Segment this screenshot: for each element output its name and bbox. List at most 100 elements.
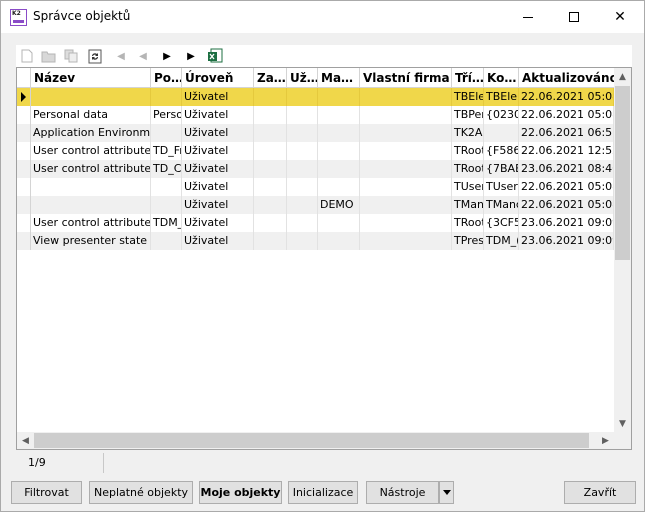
last-record-icon[interactable]: ▶	[182, 47, 200, 65]
cell-name	[31, 178, 151, 196]
table-row[interactable]: UživatelTUser(TUser(22.06.2021 05:08	[17, 178, 614, 196]
cell-uz	[287, 232, 318, 250]
my-objects-button[interactable]: Moje objekty	[199, 481, 282, 504]
tools-dropdown-button[interactable]	[439, 481, 454, 504]
cell-uz	[287, 178, 318, 196]
cell-ma	[318, 142, 360, 160]
table-row[interactable]: UživatelTBElenTBElen22.06.2021 05:08	[17, 88, 614, 106]
refresh-icon[interactable]	[86, 47, 104, 65]
scroll-corner	[614, 432, 631, 449]
close-window-button[interactable]: ✕	[597, 1, 643, 33]
cell-own-company	[360, 106, 452, 124]
cell-po	[151, 232, 182, 250]
column-header-updated[interactable]: Aktualizováno	[519, 68, 614, 88]
chevron-down-icon	[442, 490, 451, 495]
open-folder-icon[interactable]	[40, 47, 58, 65]
cell-po	[151, 196, 182, 214]
cell-own-company	[360, 232, 452, 250]
cell-name: User control attribute	[31, 142, 151, 160]
cell-updated: 22.06.2021 05:08	[519, 88, 614, 106]
cell-uz	[287, 106, 318, 124]
horizontal-scrollbar[interactable]: ◀ ▶	[17, 432, 614, 449]
toolbar: ◀ ◀ ▶ ▶	[16, 45, 632, 67]
cell-updated: 22.06.2021 12:52	[519, 142, 614, 160]
vertical-scrollbar[interactable]: ▲ ▼	[614, 68, 631, 432]
next-record-icon[interactable]: ▶	[158, 47, 176, 65]
cell-po: TD_Fr	[151, 142, 182, 160]
table-row[interactable]: View presenter state Uživatel TPreseTDM_(2…	[17, 232, 614, 250]
first-record-icon[interactable]: ◀	[112, 47, 130, 65]
column-header-ko[interactable]: Ko…	[484, 68, 519, 88]
column-header-po[interactable]: Po…	[151, 68, 182, 88]
column-header-name[interactable]: Název	[31, 68, 151, 88]
column-header-za[interactable]: Za…	[254, 68, 287, 88]
cell-uz	[287, 160, 318, 178]
table-row[interactable]: Personal dataPersonaUživatel TBPers{02302…	[17, 106, 614, 124]
object-manager-window: K2 Správce objektů ✕ ◀ ◀ ▶ ▶ Název Po… Ú…	[0, 0, 645, 512]
table-row[interactable]: User control attributeTDM_(Uživatel TRoot…	[17, 214, 614, 232]
cell-ko: {F586	[484, 142, 519, 160]
copy-icon[interactable]	[62, 47, 80, 65]
cell-ma	[318, 178, 360, 196]
cell-name	[31, 88, 151, 106]
table-row[interactable]: User control attribute TD_Fr Uživatel TRoot…	[17, 142, 614, 160]
filter-button[interactable]: Filtrovat	[11, 481, 82, 504]
cell-updated: 23.06.2021 08:46	[519, 160, 614, 178]
cell-za	[254, 232, 287, 250]
cell-po	[151, 178, 182, 196]
row-indicator	[17, 196, 31, 214]
row-indicator	[17, 88, 31, 106]
table-row[interactable]: User control attributeTD_CoUživatel TRoot…	[17, 160, 614, 178]
minimize-icon	[523, 16, 533, 18]
initialize-button[interactable]: Inicializace	[288, 481, 358, 504]
new-document-icon[interactable]	[18, 47, 36, 65]
cell-level: Uživatel	[182, 214, 254, 232]
cell-level: Uživatel	[182, 196, 254, 214]
close-button[interactable]: Zavřít	[564, 481, 636, 504]
header-indicator	[17, 68, 31, 88]
cell-ko: TDM_(	[484, 232, 519, 250]
cell-class: TBPers	[452, 106, 484, 124]
table-row[interactable]: Application Environment Uživatel TK2Ap 22.0…	[17, 124, 614, 142]
column-header-level[interactable]: Úroveň	[182, 68, 254, 88]
scroll-left-icon[interactable]: ◀	[17, 432, 34, 449]
horizontal-scroll-thumb[interactable]	[34, 433, 589, 448]
row-indicator	[17, 124, 31, 142]
cell-ko: TUser(	[484, 178, 519, 196]
cell-po: TDM_(	[151, 214, 182, 232]
cell-za	[254, 160, 287, 178]
maximize-button[interactable]	[551, 1, 597, 33]
cell-name: Personal data	[31, 106, 151, 124]
cell-updated: 22.06.2021 05:08	[519, 178, 614, 196]
cell-updated: 22.06.2021 05:08	[519, 106, 614, 124]
cell-ma: DEMO	[318, 196, 360, 214]
cell-class: TRoot	[452, 214, 484, 232]
cell-own-company	[360, 160, 452, 178]
invalid-objects-button[interactable]: Neplatné objekty	[89, 481, 193, 504]
tools-button[interactable]: Nástroje	[366, 481, 439, 504]
cell-level: Uživatel	[182, 142, 254, 160]
scroll-down-icon[interactable]: ▼	[614, 415, 631, 432]
cell-class: TManc	[452, 196, 484, 214]
column-header-uz[interactable]: Už…	[287, 68, 318, 88]
scroll-right-icon[interactable]: ▶	[597, 432, 614, 449]
minimize-button[interactable]	[505, 1, 551, 33]
cell-updated: 23.06.2021 09:09	[519, 232, 614, 250]
vertical-scroll-thumb[interactable]	[615, 86, 630, 260]
cell-ko: {7BAE	[484, 160, 519, 178]
table-row[interactable]: UživatelDEMOTMancTManc22.06.2021 05:08	[17, 196, 614, 214]
window-title: Správce objektů	[33, 9, 131, 23]
cell-own-company	[360, 178, 452, 196]
column-header-own-company[interactable]: Vlastní firma	[360, 68, 452, 88]
cell-za	[254, 142, 287, 160]
objects-grid: Název Po… Úroveň Za… Už… Ma… Vlastní fir…	[16, 67, 632, 450]
column-header-ma[interactable]: Ma…	[318, 68, 360, 88]
row-indicator	[17, 106, 31, 124]
column-header-class[interactable]: Tří…	[452, 68, 484, 88]
cell-updated: 22.06.2021 06:57	[519, 124, 614, 142]
excel-export-icon[interactable]	[206, 47, 224, 65]
scroll-up-icon[interactable]: ▲	[614, 68, 631, 85]
previous-record-icon[interactable]: ◀	[134, 47, 152, 65]
cell-ma	[318, 232, 360, 250]
cell-za	[254, 214, 287, 232]
